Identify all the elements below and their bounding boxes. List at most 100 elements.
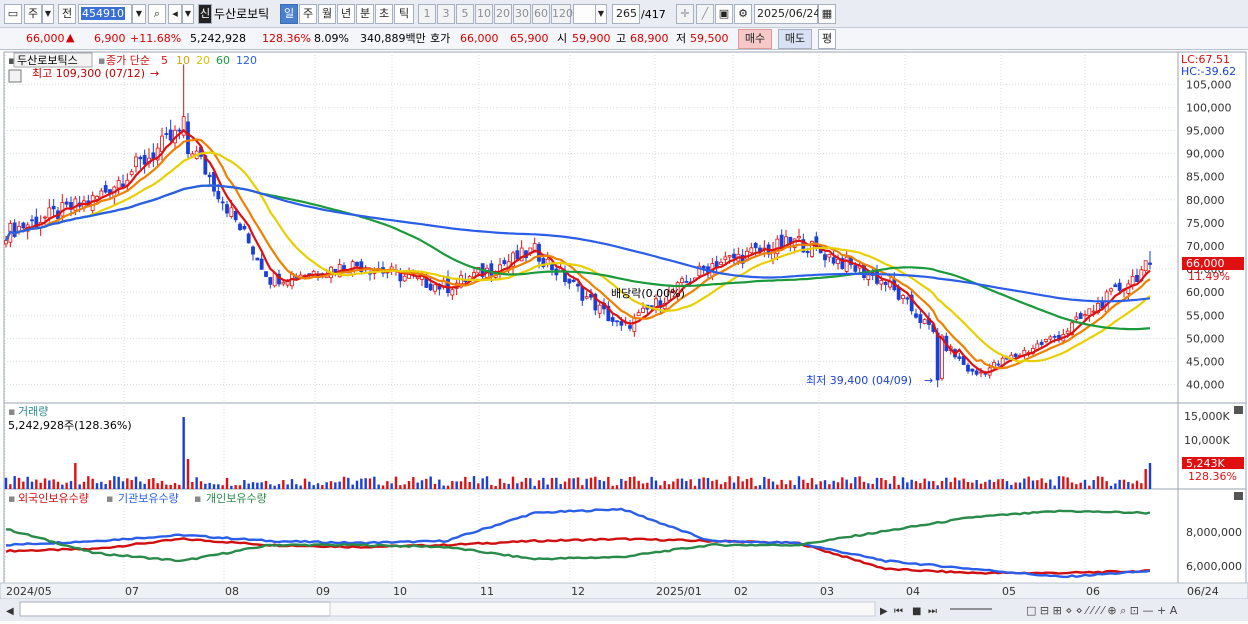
trendline-icon[interactable]: ╱ — [696, 4, 714, 24]
period-month[interactable]: 월 — [318, 4, 336, 24]
volume-bar — [1105, 481, 1108, 489]
x-axis-label: 2025/01 — [656, 585, 702, 598]
legend-ma5: 5 — [161, 54, 168, 67]
hold-axis-0: 8,000,000 — [1186, 526, 1242, 539]
buy-button[interactable]: 매수 — [738, 29, 772, 49]
period-second[interactable]: 초 — [375, 4, 393, 24]
volume-bar — [451, 481, 454, 489]
price-axis-label: 95,000 — [1186, 125, 1225, 138]
volume-bar — [624, 480, 627, 489]
volume-bar — [810, 478, 814, 489]
volume-bar — [1127, 481, 1130, 489]
holdings-institution: 기관보유수량 — [118, 492, 179, 505]
volume-bar — [69, 481, 73, 489]
candle-body — [532, 243, 537, 251]
candle-body — [225, 204, 229, 214]
volume-bar — [95, 483, 99, 489]
candle-body — [636, 312, 641, 317]
speaker-icon[interactable]: ◂ — [168, 4, 182, 24]
volume-bar — [464, 476, 467, 489]
volume-bar — [750, 477, 753, 489]
count-input[interactable]: 265 — [612, 4, 640, 24]
candle-body — [632, 316, 637, 332]
avg-button[interactable]: 평 — [818, 29, 836, 49]
candle-body — [502, 260, 507, 265]
volume-bar — [594, 476, 597, 489]
volume-bar — [555, 477, 558, 489]
volume-bar — [737, 476, 740, 489]
price-axis-label: 100,000 — [1186, 101, 1232, 114]
candle-body — [1148, 262, 1152, 265]
interval-dropdown-icon[interactable]: ▼ — [595, 4, 607, 24]
sell-button[interactable]: 매도 — [778, 29, 812, 49]
volume-bar — [706, 477, 710, 489]
minute-20[interactable]: 20 — [494, 4, 512, 24]
minute-60[interactable]: 60 — [532, 4, 550, 24]
minute-1[interactable]: 1 — [418, 4, 436, 24]
layout-icon[interactable]: ▭ — [4, 4, 22, 24]
calendar-icon[interactable]: ▦ — [818, 4, 836, 24]
volume-bar — [654, 480, 658, 489]
speaker-dropdown-icon[interactable]: ▼ — [182, 4, 194, 24]
date-input[interactable]: 2025/06/24 — [754, 4, 820, 24]
x-axis-label: 03 — [820, 585, 834, 598]
scroll-track — [19, 601, 331, 617]
period-year[interactable]: 년 — [337, 4, 355, 24]
volume-bar — [880, 478, 883, 489]
volume-bar — [316, 483, 320, 489]
candle-body — [51, 205, 56, 210]
volume-bar — [507, 483, 510, 489]
volume-bar — [780, 479, 783, 489]
volume-bar — [17, 477, 21, 489]
volume-bar — [290, 479, 294, 489]
volume-title: 거래량 — [18, 405, 48, 418]
volume-bar — [867, 483, 870, 489]
volume-tag-value: 5,243K — [1186, 457, 1225, 470]
chevron-down-icon[interactable]: ▼ — [42, 4, 54, 24]
stock-chart[interactable]: ▪ 두산로보틱스 ▪ 종가 단순 5 10 20 60 120 LC:67.51… — [0, 50, 1248, 621]
volume-bar — [13, 476, 16, 489]
market-select[interactable]: 주 — [24, 4, 42, 24]
volume-bar — [832, 480, 835, 489]
minute-10[interactable]: 10 — [475, 4, 493, 24]
code-dropdown-icon[interactable]: ▼ — [132, 4, 146, 24]
search-icon[interactable]: ⌕ — [148, 4, 166, 24]
volume-bar — [533, 485, 536, 489]
volume-bar — [130, 480, 133, 489]
volume-bar — [347, 477, 350, 489]
period-tick[interactable]: 틱 — [394, 4, 414, 24]
stock-name[interactable]: 두산로보틱 — [214, 7, 269, 21]
volume-bar — [888, 483, 892, 489]
low-annotation: 최저 39,400 (04/09) — [806, 374, 912, 387]
candle-body — [1065, 330, 1070, 334]
minute-120[interactable]: 120 — [551, 4, 573, 24]
period-day[interactable]: 일 — [280, 4, 298, 24]
save-icon[interactable]: ▣ — [715, 4, 733, 24]
minute-5[interactable]: 5 — [456, 4, 474, 24]
volume-bar — [1010, 484, 1013, 489]
period-week[interactable]: 주 — [299, 4, 317, 24]
volume-bar — [91, 478, 94, 489]
minute-3[interactable]: 3 — [437, 4, 455, 24]
prev-button[interactable]: 전 — [58, 4, 76, 24]
candle-body — [732, 253, 736, 259]
x-axis-label: 04 — [906, 585, 920, 598]
volume-bar — [745, 478, 749, 489]
volume-bar — [524, 477, 528, 489]
volume-bar — [108, 480, 112, 489]
volume-bar — [299, 485, 302, 489]
volume-bar — [550, 477, 554, 489]
code-input[interactable]: 454910 — [78, 4, 132, 24]
minute-30[interactable]: 30 — [513, 4, 531, 24]
volume-bar — [962, 478, 965, 489]
volume-panel — [3, 402, 1179, 490]
period-minute[interactable]: 분 — [356, 4, 374, 24]
legend-ma10: 10 — [176, 54, 190, 67]
volume-bar — [511, 476, 515, 489]
gear-icon[interactable]: ⚙ — [734, 4, 752, 24]
volume-bar — [819, 481, 822, 489]
volume-bar — [871, 483, 874, 489]
volume-bar — [1023, 478, 1026, 489]
volume-bar — [503, 482, 506, 489]
crosshair-icon[interactable]: ✛ — [676, 4, 694, 24]
